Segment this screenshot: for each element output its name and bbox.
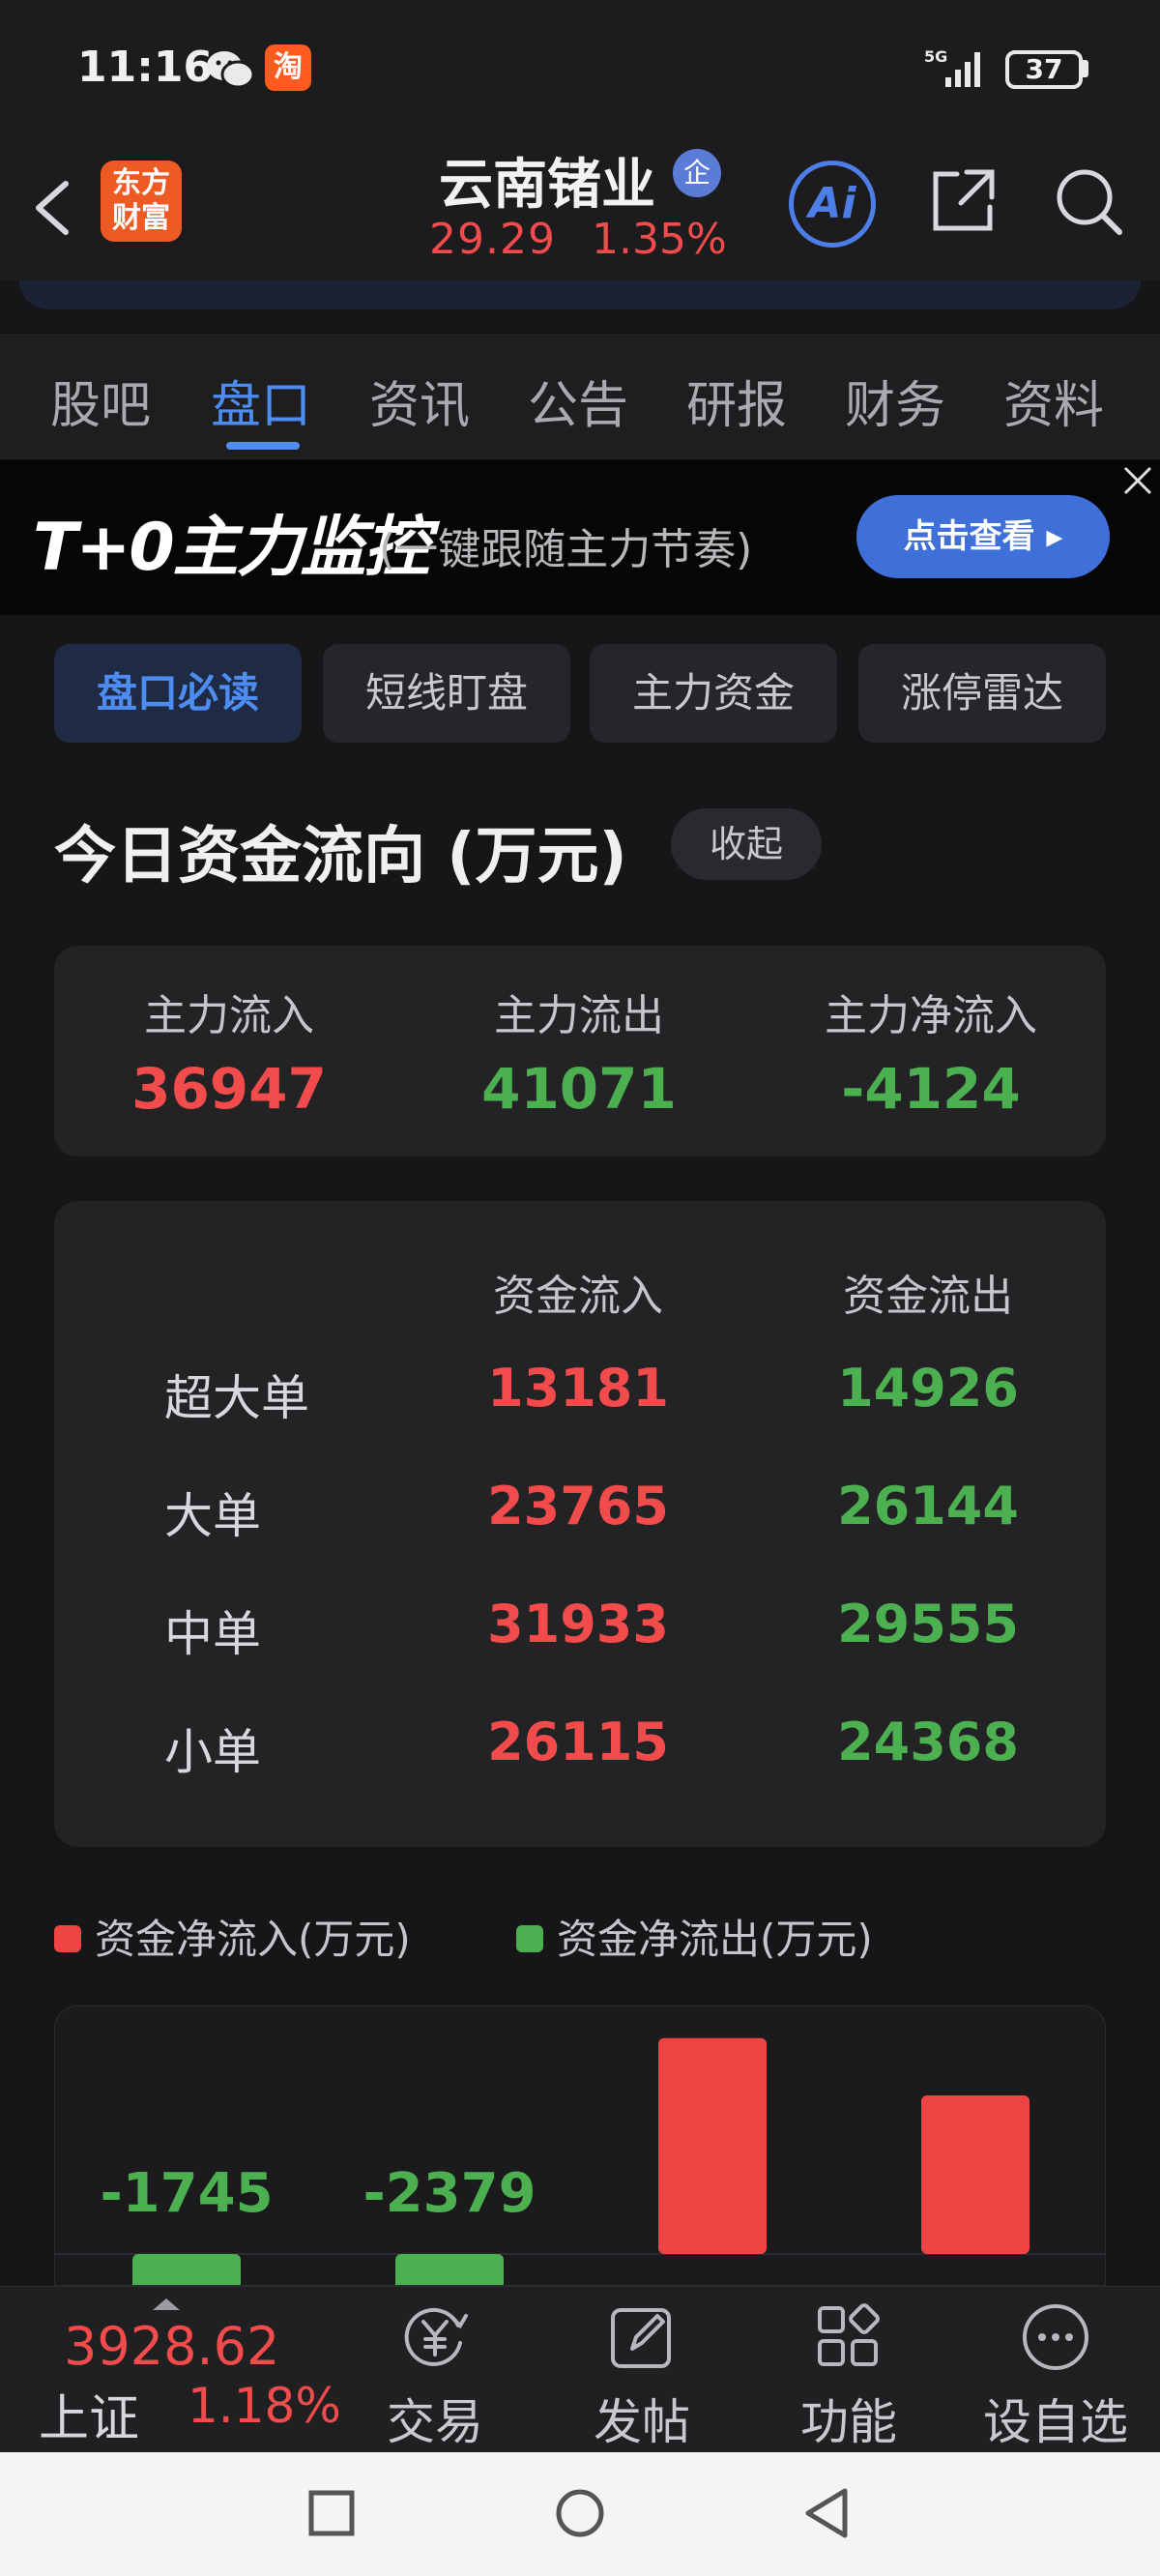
tab-caiwu[interactable]: 财务 xyxy=(845,365,945,437)
nav-label: 功能 xyxy=(800,2394,897,2450)
tab-ziliao[interactable]: 资料 xyxy=(1003,365,1104,437)
chart-bar-3 xyxy=(658,2037,767,2254)
table-header-outflow: 资金流出 xyxy=(843,1272,1013,1321)
table-cell-inflow: 26115 xyxy=(487,1712,669,1772)
table-cell-outflow: 29555 xyxy=(837,1594,1019,1654)
battery-cap xyxy=(1083,60,1088,77)
subtab-limit-up-radar[interactable]: 涨停雷达 xyxy=(858,644,1106,743)
signal-icon: 5G xyxy=(924,47,980,87)
legend-swatch-red xyxy=(54,1924,81,1952)
enterprise-badge: 企 xyxy=(673,149,721,197)
subtab-must-read[interactable]: 盘口必读 xyxy=(54,644,302,743)
banner-subtitle: (一键跟随主力节奏) xyxy=(379,525,753,574)
table-cell-inflow: 23765 xyxy=(487,1476,669,1537)
table-cell-outflow: 14926 xyxy=(837,1358,1019,1419)
summary-label: 主力净流入 xyxy=(825,991,1037,1040)
battery-icon: 37 xyxy=(1005,50,1083,89)
chart-bar-2 xyxy=(395,2254,504,2285)
nav-label: 交易 xyxy=(387,2394,483,2450)
recent-apps-icon[interactable] xyxy=(305,2477,360,2551)
nav-label: 设自选 xyxy=(983,2394,1128,2450)
net-flow-chart-svg: -1745 -2379 xyxy=(55,2037,1105,2285)
summary-label: 主力流入 xyxy=(144,991,314,1040)
main-flow-summary: 主力流入 36947 主力流出 41071 主力净流入 -4124 xyxy=(54,946,1106,1156)
table-cell-outflow: 26144 xyxy=(837,1476,1019,1537)
summary-outflow: 主力流出 41071 xyxy=(404,981,754,1122)
table-cell-outflow: 24368 xyxy=(837,1712,1019,1772)
table-row-label: 小单 xyxy=(164,1724,261,1780)
svg-text:5G: 5G xyxy=(924,47,947,66)
net-flow-chart: -1745 -2379 xyxy=(54,2005,1106,2286)
wechat-icon xyxy=(207,51,255,89)
index-name[interactable]: 上证 xyxy=(39,2378,139,2450)
table-row-label: 超大单 xyxy=(164,1370,309,1426)
yen-exchange-icon xyxy=(404,2307,468,2366)
table-cell-inflow: 31933 xyxy=(487,1594,669,1654)
flow-table: 资金流入 资金流出 超大单 13181 14926 大单 23765 26144… xyxy=(54,1201,1106,1847)
legend-net-outflow: 资金净流出(万元) xyxy=(516,1907,873,1966)
table-cell-inflow: 13181 xyxy=(487,1358,669,1419)
stock-price: 29.29 xyxy=(429,215,556,264)
back-icon[interactable] xyxy=(27,164,81,251)
status-bar: 11:16 淘 5G 37 xyxy=(0,0,1160,135)
legend-net-inflow: 资金净流入(万元) xyxy=(54,1907,411,1966)
nav-label: 发帖 xyxy=(594,2394,690,2450)
tab-guba[interactable]: 股吧 xyxy=(50,365,151,437)
more-icon xyxy=(1023,2304,1088,2370)
ai-button[interactable]: Ai xyxy=(789,161,876,248)
summary-net-inflow: 主力净流入 -4124 xyxy=(756,981,1106,1122)
tab-pankou[interactable]: 盘口 xyxy=(211,365,311,437)
share-icon[interactable] xyxy=(924,162,1001,240)
edit-icon xyxy=(611,2308,671,2368)
search-icon[interactable] xyxy=(1050,162,1127,240)
summary-label: 主力流出 xyxy=(494,991,664,1040)
bottom-bar: 3928.62 上证 1.18% 交易 发帖 功能 设自选 xyxy=(0,2286,1160,2452)
tab-bar: 股吧 盘口 资讯 公告 研报 财务 资料 xyxy=(0,335,1160,458)
subtab-main-funds[interactable]: 主力资金 xyxy=(590,644,837,743)
legend-swatch-green xyxy=(516,1924,543,1952)
taobao-icon: 淘 xyxy=(265,44,311,91)
chart-bar-4 xyxy=(921,2094,1030,2254)
summary-value: 41071 xyxy=(481,1056,677,1122)
back-nav-icon[interactable] xyxy=(798,2477,856,2551)
home-icon[interactable] xyxy=(551,2477,609,2551)
tab-gonggao[interactable]: 公告 xyxy=(528,365,628,437)
stock-name: 云南锗业 xyxy=(439,154,655,217)
banner-view-button[interactable]: 点击查看 ▸ xyxy=(856,495,1110,578)
caret-up-icon xyxy=(153,2298,180,2310)
tab-zixun[interactable]: 资讯 xyxy=(369,365,470,437)
app-logo[interactable]: 东方 财富 xyxy=(101,161,182,242)
nav-post[interactable]: 发帖 xyxy=(545,2298,739,2453)
table-row-label: 大单 xyxy=(164,1488,261,1544)
nav-add-watchlist[interactable]: 设自选 xyxy=(959,2298,1152,2453)
close-icon[interactable] xyxy=(1121,464,1154,497)
table-header-inflow: 资金流入 xyxy=(493,1272,663,1321)
stock-header: 东方 财富 云南锗业 企 29.29 1.35% Ai xyxy=(0,135,1160,280)
status-time: 11:16 xyxy=(77,43,214,92)
collapse-button[interactable]: 收起 xyxy=(671,808,822,880)
section-title: 今日资金流向 (万元) xyxy=(54,821,627,893)
index-change[interactable]: 1.18% xyxy=(188,2378,341,2434)
header-edge-decoration xyxy=(19,280,1141,309)
promo-banner[interactable]: T+0主力监控 (一键跟随主力节奏) 点击查看 ▸ xyxy=(0,460,1160,615)
summary-value: -4124 xyxy=(841,1056,1021,1122)
grid-icon xyxy=(818,2303,880,2366)
summary-value: 36947 xyxy=(131,1056,327,1122)
subtab-short-term[interactable]: 短线盯盘 xyxy=(323,644,570,743)
nav-functions[interactable]: 功能 xyxy=(752,2298,945,2453)
active-tab-indicator xyxy=(226,442,300,450)
nav-trade[interactable]: 交易 xyxy=(338,2298,532,2453)
chart-data-label-2: -2379 xyxy=(362,2162,536,2225)
system-nav-bar xyxy=(0,2452,1160,2576)
chart-bar-1 xyxy=(132,2254,241,2285)
table-row-label: 中单 xyxy=(164,1606,261,1662)
banner-title: T+0主力监控 xyxy=(33,510,430,586)
tab-yanbao[interactable]: 研报 xyxy=(686,365,787,437)
index-value[interactable]: 3928.62 xyxy=(64,2316,279,2377)
summary-inflow: 主力流入 36947 xyxy=(54,981,404,1122)
sub-tab-bar: 盘口必读 短线盯盘 主力资金 涨停雷达 xyxy=(54,644,1108,743)
stock-change-pct: 1.35% xyxy=(592,215,727,264)
chart-data-label-1: -1745 xyxy=(100,2162,273,2225)
